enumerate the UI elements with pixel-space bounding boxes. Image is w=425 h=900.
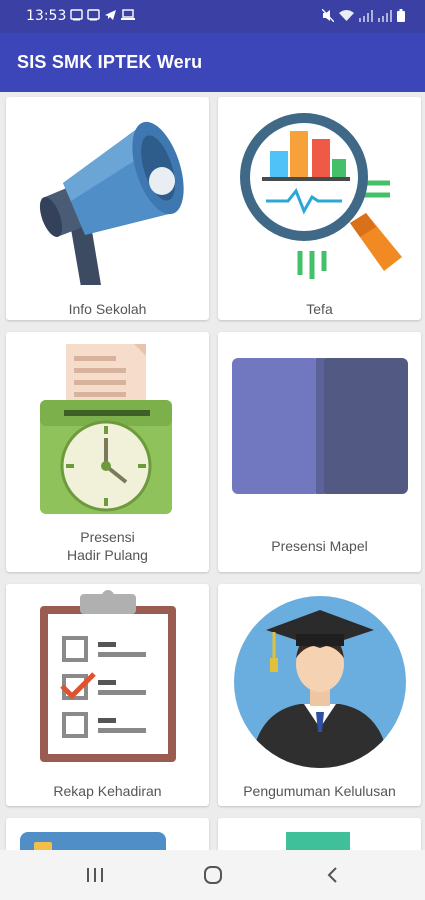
menu-label: Rekap Kehadiran <box>53 783 162 799</box>
menu-card-presensi-mapel[interactable]: Presensi Mapel <box>218 332 421 572</box>
mute-icon <box>322 9 334 22</box>
navigation-bar <box>0 850 425 900</box>
signal-icon <box>378 9 392 22</box>
telegram-icon <box>105 10 116 20</box>
menu-card-rekap-kehadiran[interactable]: Rekap Kehadiran <box>6 584 209 806</box>
home-icon[interactable] <box>198 863 228 887</box>
wifi-icon <box>339 9 354 21</box>
megaphone-icon <box>39 121 184 285</box>
recents-icon[interactable] <box>80 863 110 887</box>
clipboard-checklist-icon <box>40 590 176 762</box>
menu-card-7[interactable] <box>6 818 209 850</box>
magnifier-chart-icon <box>240 113 402 279</box>
card-icon <box>20 832 166 850</box>
menu-grid: Info Sekolah Tefa Presensi Hadir Pulang … <box>0 92 425 850</box>
system-icons <box>322 9 405 22</box>
graduate-icon <box>234 596 406 768</box>
signal-icon <box>359 9 373 22</box>
notification-icons <box>70 9 135 21</box>
laptop-icon <box>121 9 135 20</box>
menu-card-pengumuman-kelulusan[interactable]: Pengumuman Kelulusan <box>218 584 421 806</box>
menu-label: Tefa <box>306 301 333 317</box>
menu-card-presensi-hadir-pulang[interactable]: Presensi Hadir Pulang <box>6 332 209 572</box>
menu-label-line2: Hadir Pulang <box>67 547 148 563</box>
image-icon <box>70 9 83 21</box>
menu-label: Info Sekolah <box>68 301 147 317</box>
book-icon <box>232 358 408 494</box>
time-clock-icon <box>40 344 172 514</box>
menu-label: Presensi Mapel <box>271 538 368 554</box>
money-icon <box>286 832 350 850</box>
menu-label: Pengumuman Kelulusan <box>243 783 396 799</box>
status-bar: 13:53 <box>0 0 425 33</box>
battery-icon <box>397 9 405 22</box>
back-icon[interactable] <box>318 863 348 887</box>
app-bar: SIS SMK IPTEK Weru <box>0 33 425 92</box>
app-title: SIS SMK IPTEK Weru <box>17 52 203 72</box>
status-time: 13:53 <box>26 8 67 24</box>
menu-card-info-sekolah[interactable]: Info Sekolah <box>6 97 209 320</box>
menu-label-line1: Presensi <box>80 529 135 545</box>
menu-card-tefa[interactable]: Tefa <box>218 97 421 320</box>
menu-card-8[interactable] <box>218 818 421 850</box>
image-icon <box>87 9 100 21</box>
